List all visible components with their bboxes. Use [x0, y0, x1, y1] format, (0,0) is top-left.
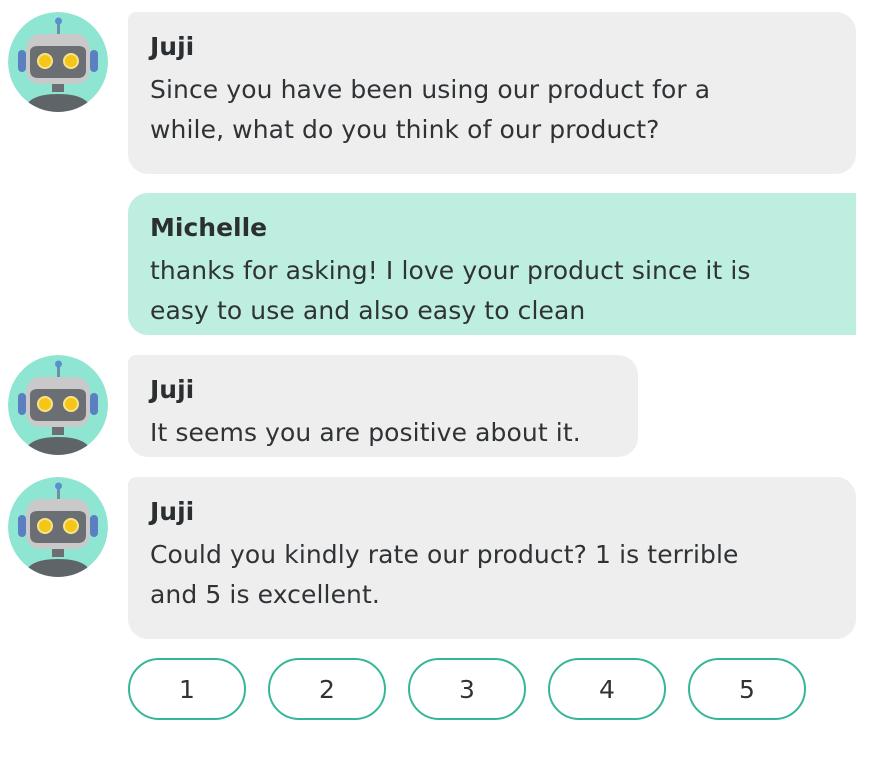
rating-button-5[interactable]: 5 — [688, 658, 806, 720]
rating-button-3[interactable]: 3 — [408, 658, 526, 720]
message-text-line: easy to use and also easy to clean — [150, 296, 586, 325]
message-text-line: and 5 is excellent. — [150, 580, 380, 609]
bot-avatar — [8, 355, 108, 455]
rating-button-4[interactable]: 4 — [548, 658, 666, 720]
sender-name: Juji — [150, 375, 195, 404]
message-text-line: while, what do you think of our product? — [150, 115, 660, 144]
message-text-line: Could you kindly rate our product? 1 is … — [150, 540, 739, 569]
robot-avatar-icon — [8, 477, 108, 577]
rating-button-1[interactable]: 1 — [128, 658, 246, 720]
message-bubble-bot: Juji It seems you are positive about it. — [128, 355, 638, 457]
rating-button-2[interactable]: 2 — [268, 658, 386, 720]
message-text-line: thanks for asking! I love your product s… — [150, 256, 751, 285]
bot-avatar — [8, 477, 108, 577]
message-bubble-bot: Juji Since you have been using our produ… — [128, 12, 856, 174]
sender-name: Juji — [150, 32, 195, 61]
message-bubble-bot: Juji Could you kindly rate our product? … — [128, 477, 856, 639]
rating-options: 1 2 3 4 5 — [128, 658, 818, 722]
message-text-line: Since you have been using our product fo… — [150, 75, 711, 104]
robot-avatar-icon — [8, 355, 108, 455]
message-text-line: It seems you are positive about it. — [150, 418, 581, 447]
sender-name: Juji — [150, 497, 195, 526]
sender-name: Michelle — [150, 213, 268, 242]
message-bubble-user: Michelle thanks for asking! I love your … — [128, 193, 856, 335]
bot-avatar — [8, 12, 108, 112]
robot-avatar-icon — [8, 12, 108, 112]
